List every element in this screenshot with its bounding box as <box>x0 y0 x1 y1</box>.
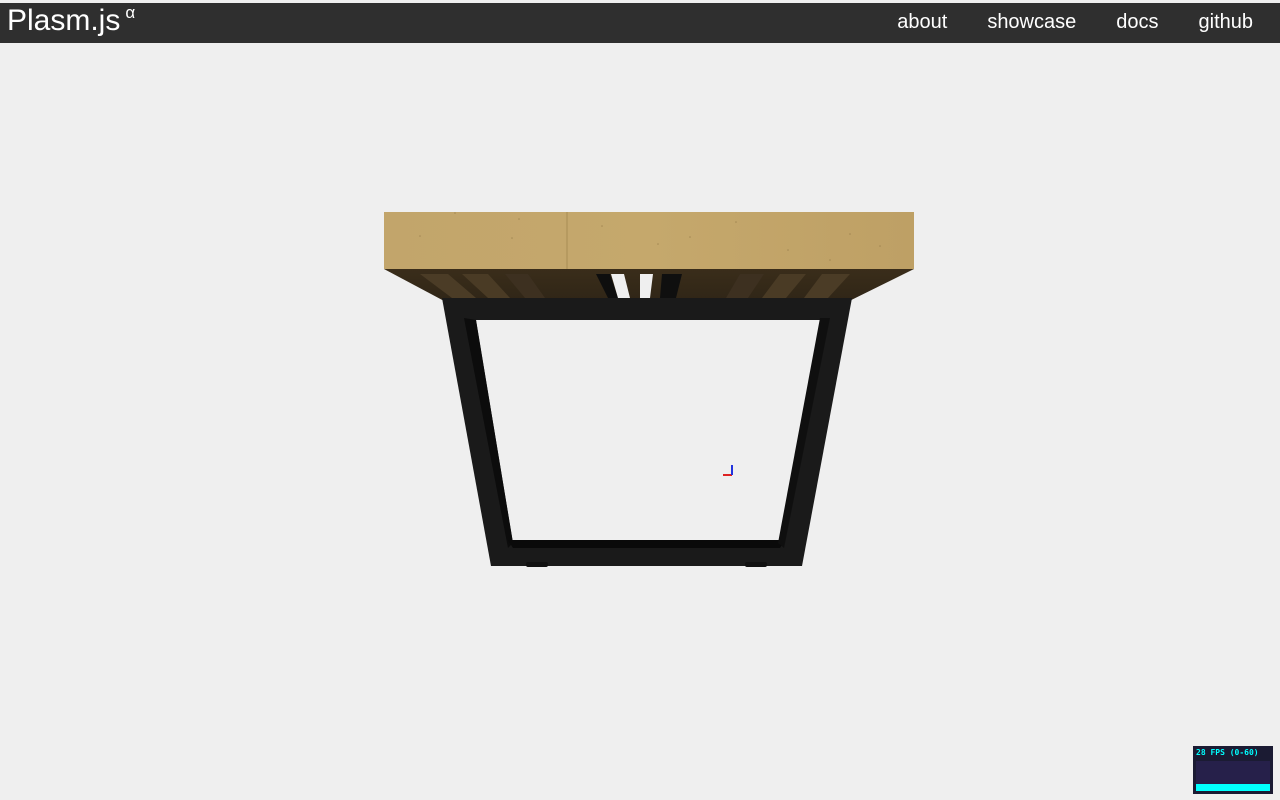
fps-graph <box>1196 761 1270 791</box>
nav-github-link[interactable]: github <box>1179 3 1280 43</box>
logo[interactable]: Plasm.js α <box>7 3 135 43</box>
logo-text: Plasm.js <box>7 4 121 37</box>
fps-label: 28 FPS (0-60) <box>1196 748 1259 757</box>
fps-stats-panel[interactable]: 28 FPS (0-60) <box>1193 746 1273 794</box>
fps-graph-fill <box>1196 784 1270 791</box>
tabletop-front <box>384 212 914 269</box>
nav-about-link[interactable]: about <box>877 3 967 43</box>
table-model-render <box>384 212 914 567</box>
main-nav: about showcase docs github <box>877 3 1280 43</box>
3d-viewport-canvas[interactable] <box>0 43 1280 800</box>
top-navbar: Plasm.js α about showcase docs github <box>0 3 1280 43</box>
nav-docs-link[interactable]: docs <box>1096 3 1178 43</box>
logo-alpha-badge: α <box>125 3 136 22</box>
front-leg-frame <box>442 298 852 567</box>
nav-showcase-link[interactable]: showcase <box>967 3 1096 43</box>
